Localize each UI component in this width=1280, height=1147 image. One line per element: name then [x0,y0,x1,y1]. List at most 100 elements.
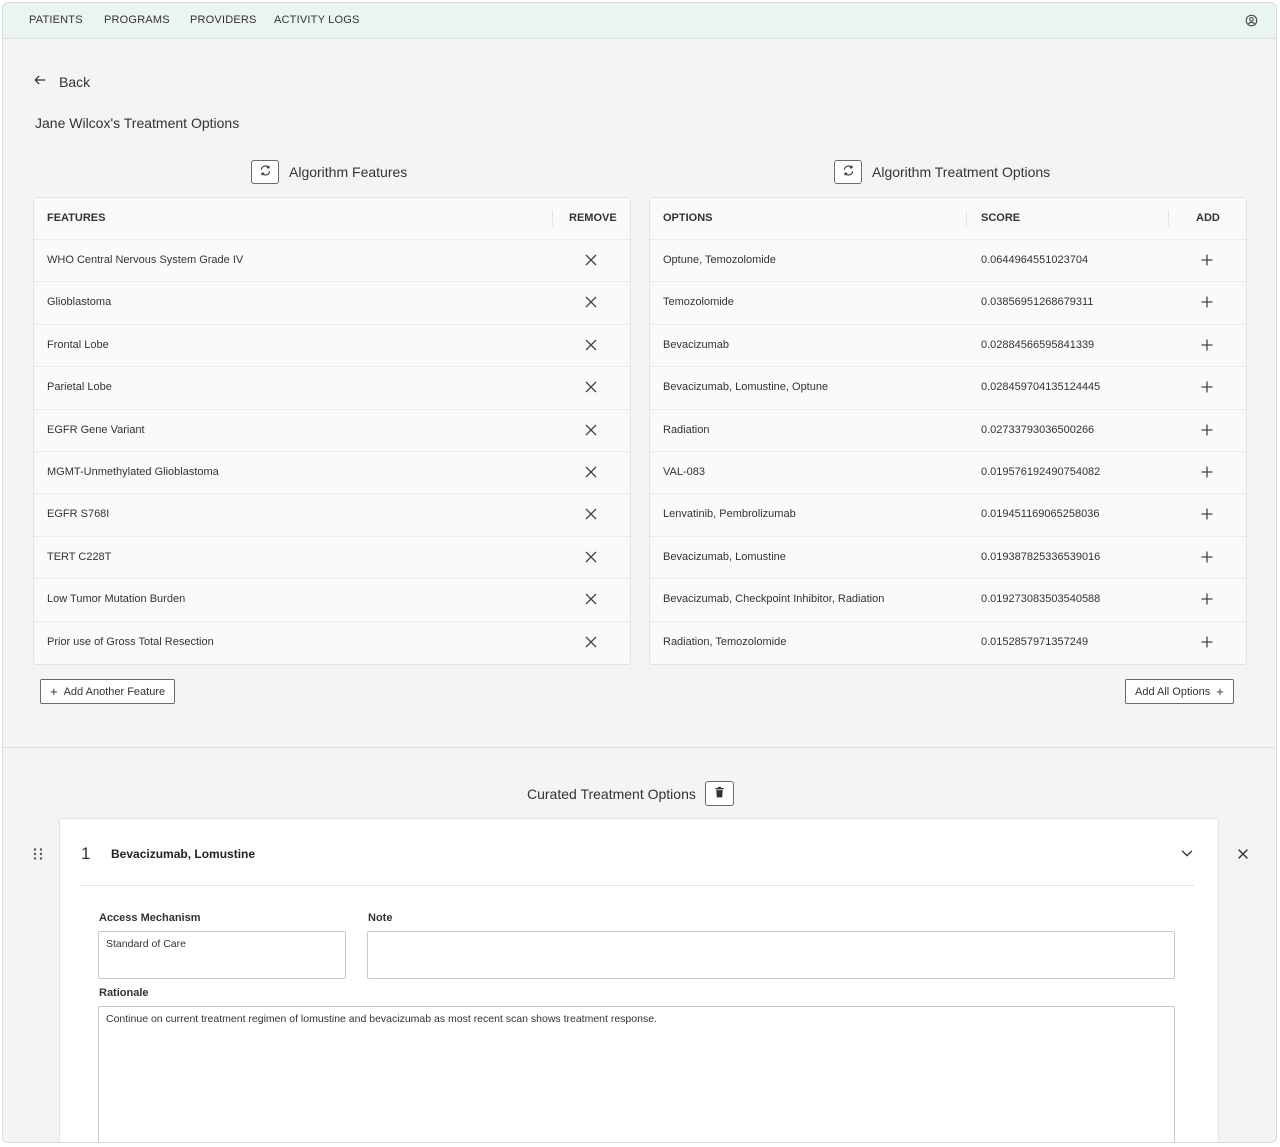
nav-providers[interactable]: PROVIDERS [190,14,257,26]
option-score: 0.02884566595841339 [981,338,1095,351]
refresh-icon [259,164,272,180]
chevron-down-icon[interactable] [1180,846,1194,860]
score-column-header: SCORE [981,212,1021,224]
feature-name: Frontal Lobe [47,338,109,351]
curated-option-number: 1 [81,844,91,863]
option-name: Bevacizumab [663,338,730,351]
option-name: Optune, Temozolomide [663,254,776,266]
arrow-left-icon [33,73,47,90]
nav-programs[interactable]: PROGRAMS [104,14,170,26]
option-name: Temozolomide [663,296,734,309]
plus-icon[interactable] [1199,591,1215,607]
header-divider [1168,210,1169,226]
curated-section: Curated Treatment Options 1 Bevacizumab,… [3,747,1276,1142]
plus-icon[interactable] [1199,464,1215,480]
clear-curated-button[interactable] [704,781,734,806]
plus-icon[interactable] [1199,337,1215,353]
plus-icon[interactable] [1199,294,1215,310]
user-circle-icon[interactable] [1245,14,1258,27]
table-row: Optune, Temozolomide 0.0644964551023704 [650,239,1246,281]
nav-patients[interactable]: PATIENTS [29,14,83,26]
rationale-label: Rationale [99,987,149,999]
table-row: EGFR S768I [34,493,630,535]
plus-icon[interactable] [1199,379,1215,395]
table-row: Parietal Lobe [34,366,630,408]
note-field[interactable] [367,931,1175,979]
drag-handle-icon[interactable] [32,847,44,861]
refresh-icon [842,164,855,180]
curated-option-card: 1 Bevacizumab, Lomustine Access Mechanis… [59,818,1219,1142]
note-label: Note [368,912,393,924]
top-nav: PATIENTS PROGRAMS PROVIDERS ACTIVITY LOG… [3,3,1276,39]
options-column-header: OPTIONS [663,212,713,224]
option-name: Radiation, Temozolomide [663,635,787,648]
close-icon[interactable] [583,549,599,565]
table-row: Lenvatinib, Pembrolizumab 0.0194511690652… [650,493,1246,535]
header-divider [966,210,967,226]
close-icon[interactable] [583,294,599,310]
curated-option-title: Bevacizumab, Lomustine [111,847,256,861]
options-table: OPTIONS SCORE ADD Optune, Temozolomide 0.… [649,197,1247,665]
plus-icon: + [1216,684,1224,699]
plus-icon[interactable] [1199,634,1215,650]
card-divider [80,885,1194,886]
add-another-feature-button[interactable]: + Add Another Feature [40,679,176,704]
feature-name: EGFR Gene Variant [47,423,145,436]
plus-icon: + [50,684,58,699]
header-divider [552,210,553,226]
close-icon[interactable] [583,506,599,522]
close-icon[interactable] [1236,847,1250,861]
options-section-title: Algorithm Treatment Options [872,164,1051,180]
features-section-title: Algorithm Features [289,164,408,180]
close-icon[interactable] [583,634,599,650]
option-score: 0.0644964551023704 [981,254,1089,266]
app-frame: PATIENTS PROGRAMS PROVIDERS ACTIVITY LOG… [2,2,1277,1143]
option-score: 0.028459704135124445 [981,381,1101,394]
close-icon[interactable] [583,422,599,438]
option-name: Radiation [663,423,710,436]
option-name: Bevacizumab, Lomustine, Optune [663,381,829,394]
close-icon[interactable] [583,591,599,607]
table-row: WHO Central Nervous System Grade IV [34,239,630,281]
option-score: 0.019451169065258036 [981,508,1100,521]
close-icon[interactable] [583,252,599,268]
feature-name: MGMT-Unmethylated Glioblastoma [47,466,219,478]
plus-icon[interactable] [1199,422,1215,438]
feature-name: Parietal Lobe [47,381,112,394]
feature-name: Prior use of Gross Total Resection [47,635,214,648]
access-mechanism-label: Access Mechanism [99,912,201,924]
feature-name: Glioblastoma [47,296,112,309]
refresh-options-button[interactable] [834,160,862,184]
nav-activity-logs[interactable]: ACTIVITY LOGS [274,14,360,26]
table-row: Bevacizumab, Lomustine 0.0193878253365390… [650,535,1246,578]
add-another-feature-label: Add Another Feature [63,685,166,698]
features-column-header: FEATURES [47,212,106,224]
plus-icon[interactable] [1199,252,1215,268]
table-row: Bevacizumab, Lomustine, Optune 0.02845970… [650,366,1246,408]
table-row: TERT C228T [34,535,630,578]
access-mechanism-field[interactable]: Standard of Care [98,931,346,979]
option-score: 0.019576192490754082 [981,466,1101,478]
table-row: Bevacizumab 0.02884566595841339 [650,323,1246,366]
back-link[interactable]: Back [33,73,90,90]
option-score: 0.019273083503540588 [981,593,1101,606]
close-icon[interactable] [583,379,599,395]
close-icon[interactable] [583,337,599,353]
rationale-field[interactable]: Continue on current treatment regimen of… [98,1006,1175,1142]
table-row: Radiation, Temozolomide 0.015285797135724… [650,620,1246,663]
option-name: Bevacizumab, Lomustine [663,550,786,563]
table-row: Bevacizumab, Checkpoint Inhibitor, Radia… [650,578,1246,620]
plus-icon[interactable] [1199,506,1215,522]
plus-icon[interactable] [1199,549,1215,565]
close-icon[interactable] [583,464,599,480]
table-row: Prior use of Gross Total Resection [34,620,630,663]
back-label: Back [59,73,91,90]
option-name: Bevacizumab, Checkpoint Inhibitor, Radia… [663,593,885,606]
refresh-features-button[interactable] [251,160,279,184]
features-section-header: Algorithm Features [251,160,407,184]
options-section-header: Algorithm Treatment Options [834,160,1050,184]
add-all-options-button[interactable]: Add All Options + [1125,679,1234,704]
trash-icon [713,786,726,802]
feature-name: Low Tumor Mutation Burden [47,593,186,606]
table-row: Low Tumor Mutation Burden [34,578,630,620]
